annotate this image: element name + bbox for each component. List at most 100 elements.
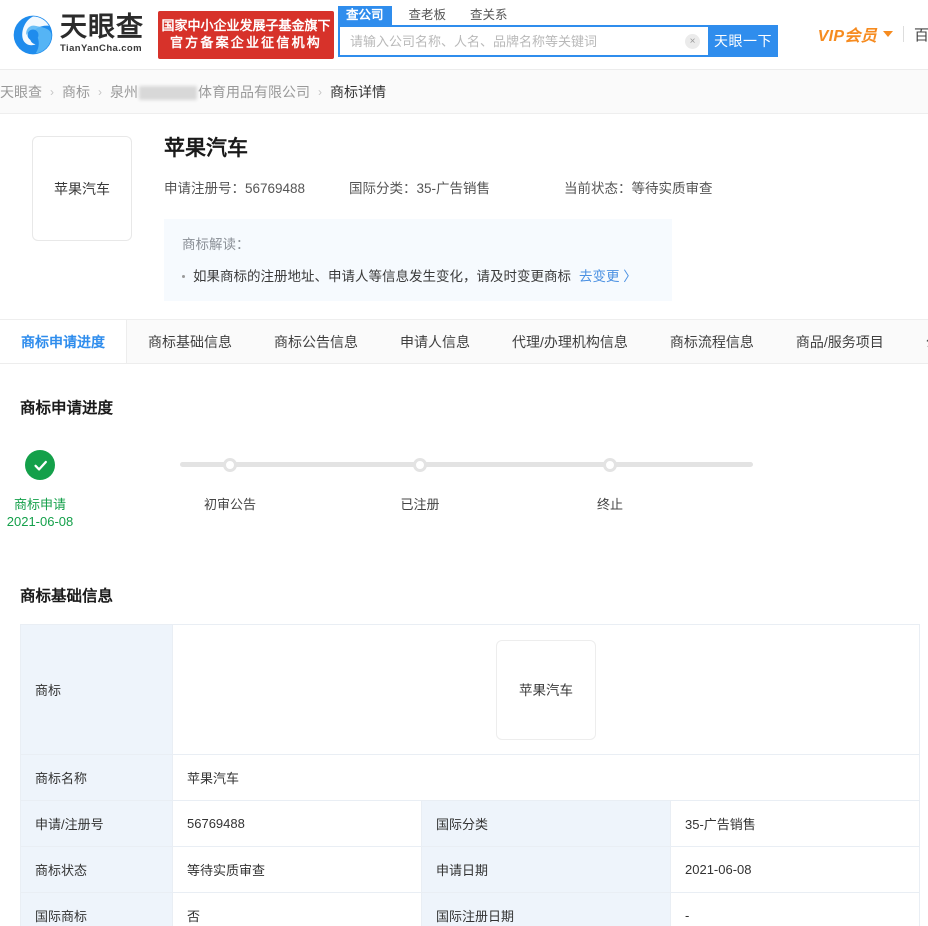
- cell-label-international-reg-date: 国际注册日期: [421, 892, 671, 926]
- meta-registration-number: 申请注册号：56769488: [164, 177, 349, 197]
- tab-public-notice[interactable]: 公告信息: [905, 320, 928, 363]
- check-icon: [33, 460, 47, 471]
- bullet-icon: [182, 275, 185, 278]
- breadcrumb-item-current: 商标详情: [330, 83, 386, 100]
- breadcrumb-item-trademark[interactable]: 商标: [62, 82, 90, 102]
- cell-label-trademark-name: 商标名称: [20, 754, 173, 801]
- meta-current-status: 当前状态：等待实质审查: [564, 177, 713, 197]
- progress-step-label: 终止: [596, 497, 624, 512]
- cell-label-application-date: 申请日期: [421, 846, 671, 893]
- check-circle-icon: [25, 450, 55, 480]
- meta-label-regno: 申请注册号：: [164, 181, 245, 196]
- cell-label-international-trademark: 国际商标: [20, 892, 173, 926]
- cell-value-international-class: 35-广告销售: [670, 800, 920, 847]
- cell-label-trademark-status: 商标状态: [20, 846, 173, 893]
- site-header: 天眼查 TianYanCha.com 国家中小企业发展子基金旗下 官方备案企业征…: [0, 0, 928, 70]
- gov-credential-badge: 国家中小企业发展子基金旗下 官方备案企业征信机构: [158, 10, 334, 59]
- gov-badge-line2: 官方备案企业征信机构: [169, 35, 322, 50]
- progress-step-label: 已注册: [400, 497, 440, 512]
- tab-agency-info[interactable]: 代理/办理机构信息: [491, 320, 649, 363]
- table-row: 商标 苹果汽车: [20, 624, 920, 755]
- progress-step-date: 2021-06-08: [6, 514, 74, 529]
- meta-international-class: 国际分类：35-广告销售: [349, 177, 564, 197]
- table-row: 商标名称 苹果汽车: [20, 754, 920, 801]
- progress-step-label: 商标申请: [13, 497, 67, 512]
- breadcrumb-item-home[interactable]: 天眼查: [0, 82, 42, 102]
- search-input[interactable]: [350, 33, 685, 49]
- tab-basic-info[interactable]: 商标基础信息: [127, 320, 253, 363]
- logo-text-cn: 天眼查: [60, 12, 144, 43]
- trademark-detail-card: 苹果汽车 苹果汽车 申请注册号：56769488 国际分类：35-广告销售 当前…: [0, 114, 928, 320]
- trademark-thumbnail: 苹果汽车: [32, 136, 132, 241]
- cell-label-international-class: 国际分类: [421, 800, 671, 847]
- breadcrumb-bar: 天眼查 › 商标 › 泉州 体育用品有限公司 › 商标详情: [0, 70, 928, 114]
- search-row: × 天眼一下: [338, 25, 778, 57]
- note-item: 如果商标的注册地址、申请人等信息发生变化，请及时变更商标 去变更 〉: [182, 265, 654, 285]
- basic-info-section-title: 商标基础信息: [20, 588, 114, 605]
- header-extra-link[interactable]: 百: [914, 24, 928, 45]
- note-title: 商标解读：: [182, 237, 250, 252]
- cell-value-trademark-image: 苹果汽车: [172, 624, 920, 755]
- cell-value-trademark-status: 等待实质审查: [172, 846, 422, 893]
- search-block: 查公司 查老板 查关系 × 天眼一下: [338, 6, 778, 57]
- tab-application-progress[interactable]: 商标申请进度: [0, 320, 127, 363]
- progress-section: 商标申请进度 商标申请 2021-06-08 初审公告 已注册 终止: [0, 364, 928, 552]
- tab-announcement-info[interactable]: 商标公告信息: [253, 320, 379, 363]
- search-button[interactable]: 天眼一下: [708, 25, 778, 57]
- cell-label-trademark: 商标: [20, 624, 173, 755]
- meta-label-class: 国际分类：: [349, 181, 417, 196]
- cell-value-international-reg-date: -: [670, 892, 920, 926]
- trademark-detail-main: 苹果汽车 申请注册号：56769488 国际分类：35-广告销售 当前状态：等待…: [164, 136, 908, 301]
- vip-label: VIP会员: [817, 28, 877, 45]
- clear-icon[interactable]: ×: [685, 33, 700, 49]
- search-input-wrap: ×: [338, 25, 708, 57]
- progress-section-title: 商标申请进度: [20, 400, 114, 417]
- circle-icon: [603, 458, 617, 472]
- cell-value-application-date: 2021-06-08: [670, 846, 920, 893]
- search-tab-company[interactable]: 查公司: [338, 6, 392, 25]
- search-tab-boss[interactable]: 查老板: [402, 6, 454, 25]
- trademark-meta-row: 申请注册号：56769488 国际分类：35-广告销售 当前状态：等待实质审查: [164, 177, 908, 197]
- cell-label-registration-number: 申请/注册号: [20, 800, 173, 847]
- cell-value-international-trademark: 否: [172, 892, 422, 926]
- chevron-down-icon: [883, 31, 893, 37]
- cell-value-registration-number: 56769488: [172, 800, 422, 847]
- status-badge: 等待实质审查: [631, 181, 713, 196]
- header-divider: [903, 26, 904, 42]
- breadcrumb: 天眼查 › 商标 › 泉州 体育用品有限公司 › 商标详情: [0, 82, 386, 102]
- circle-icon: [223, 458, 237, 472]
- breadcrumb-separator: ›: [98, 84, 102, 99]
- logo-text-en: TianYanCha.com: [60, 43, 142, 54]
- progress-step-label: 初审公告: [203, 497, 257, 512]
- basic-info-table: 商标 苹果汽车 商标名称 苹果汽车 申请/注册号 56769488 国际分类 3…: [20, 624, 920, 926]
- cell-value-trademark-name: 苹果汽车: [172, 754, 920, 801]
- meta-value-regno: 56769488: [245, 181, 306, 196]
- search-tabs: 查公司 查老板 查关系: [338, 6, 778, 25]
- trademark-note-box: 商标解读： 如果商标的注册地址、申请人等信息发生变化，请及时变更商标 去变更 〉: [164, 219, 672, 301]
- breadcrumb-company-prefix: 泉州: [110, 83, 138, 100]
- breadcrumb-separator: ›: [318, 84, 322, 99]
- table-row: 申请/注册号 56769488 国际分类 35-广告销售: [20, 800, 920, 847]
- aperture-spiral-icon: [13, 15, 53, 54]
- header-right: VIP会员 百: [818, 22, 928, 46]
- go-change-link[interactable]: 去变更 〉: [579, 265, 637, 285]
- tab-process-info[interactable]: 商标流程信息: [649, 320, 775, 363]
- page-title: 苹果汽车: [164, 137, 248, 160]
- site-logo[interactable]: 天眼查 TianYanCha.com: [12, 14, 144, 56]
- redacted-block: [139, 85, 197, 100]
- gov-badge-line1: 国家中小企业发展子基金旗下: [161, 18, 331, 33]
- circle-icon: [413, 458, 427, 472]
- vip-member-menu[interactable]: VIP会员: [818, 22, 893, 46]
- note-text: 如果商标的注册地址、申请人等信息发生变化，请及时变更商标: [193, 269, 571, 284]
- tab-applicant-info[interactable]: 申请人信息: [379, 320, 491, 363]
- tab-goods-services[interactable]: 商品/服务项目: [775, 320, 905, 363]
- breadcrumb-company-suffix: 体育用品有限公司: [198, 83, 310, 100]
- meta-value-class: 35-广告销售: [416, 181, 491, 196]
- trademark-image-box: 苹果汽车: [496, 639, 596, 740]
- progress-track: [180, 462, 753, 467]
- detail-tabbar: 商标申请进度 商标基础信息 商标公告信息 申请人信息 代理/办理机构信息 商标流…: [0, 320, 928, 364]
- meta-label-status: 当前状态：: [564, 181, 632, 196]
- basic-info-section: 商标基础信息 商标 苹果汽车 商标名称 苹果汽车 申请/注册号 56769488…: [0, 552, 928, 926]
- breadcrumb-item-company[interactable]: 泉州 体育用品有限公司: [110, 82, 310, 102]
- search-tab-relation[interactable]: 查关系: [463, 6, 515, 25]
